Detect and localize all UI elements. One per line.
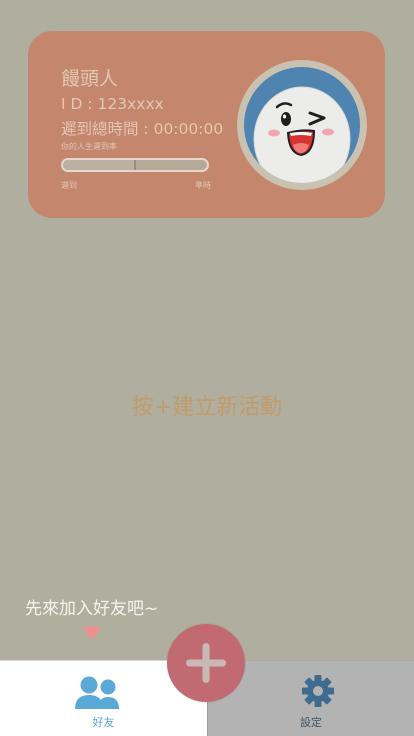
create-activity-hint: 按+建立新活動 <box>131 395 283 420</box>
late-rate-fill <box>63 160 135 170</box>
plus-icon <box>186 643 226 683</box>
late-rate-bar <box>61 158 209 172</box>
character-illustration <box>253 86 351 183</box>
total-late-time: 遲到總時間 : 00:00:00 <box>61 120 224 138</box>
profile-card: 饅頭人 I D : 123xxxx 遲到總時間 : 00:00:00 你的人生遲… <box>28 31 385 218</box>
hint-arrow-icon <box>83 627 101 640</box>
tab-settings-label: 設定 <box>300 716 322 729</box>
avatar-image <box>244 67 360 183</box>
gear-icon <box>302 675 334 707</box>
add-activity-button[interactable] <box>167 624 245 702</box>
late-rate-label: 你的人生遲到率 <box>61 142 117 151</box>
profile-id: I D : 123xxxx <box>61 95 164 113</box>
late-rate-marker <box>134 160 136 170</box>
profile-name: 饅頭人 <box>61 68 119 90</box>
avatar[interactable] <box>237 60 367 190</box>
friends-icon <box>75 676 119 709</box>
scale-label-late: 遲到 <box>61 181 77 190</box>
scale-label-ontime: 準時 <box>195 181 211 190</box>
add-friends-hint: 先來加入好友吧~ <box>25 599 159 619</box>
tab-friends-label: 好友 <box>92 716 115 729</box>
